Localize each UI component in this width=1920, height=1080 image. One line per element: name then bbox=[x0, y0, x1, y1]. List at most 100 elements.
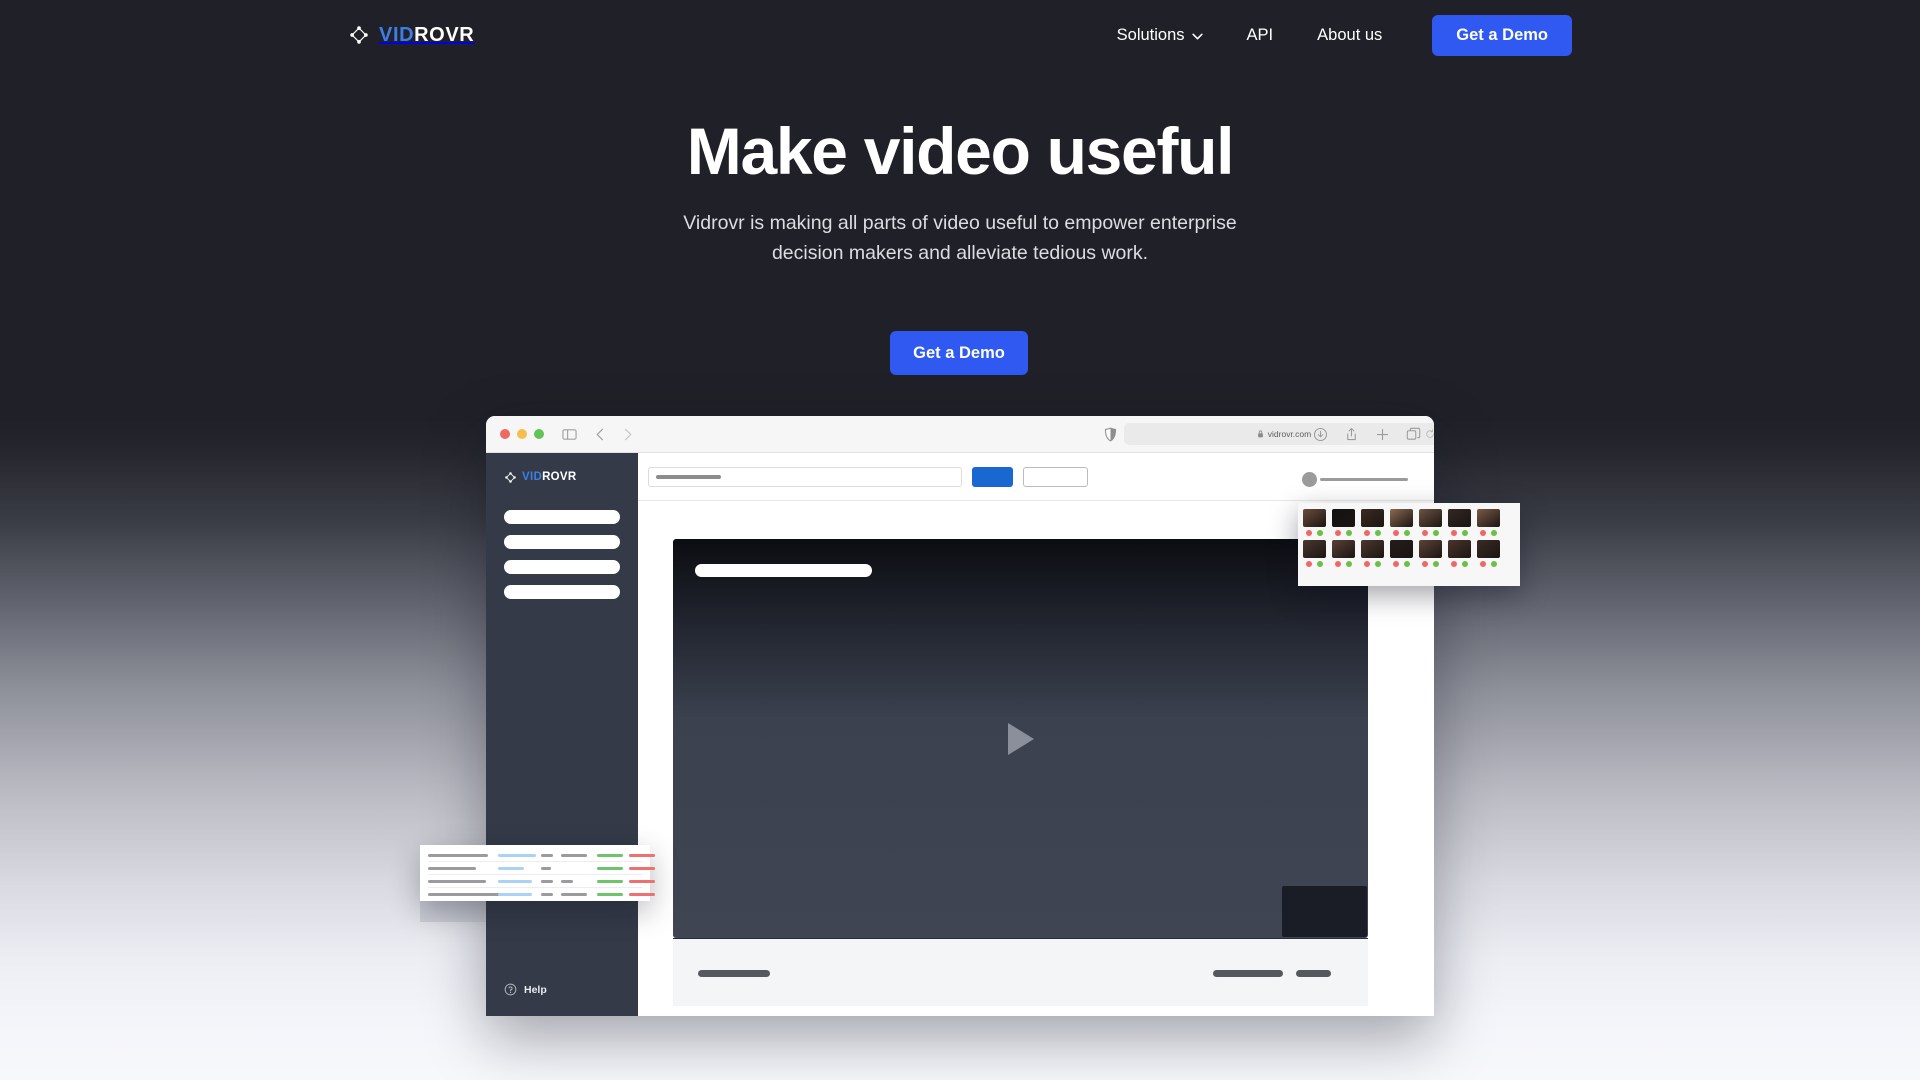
video-player[interactable] bbox=[673, 539, 1368, 938]
search-input[interactable] bbox=[648, 466, 962, 487]
table-row[interactable] bbox=[428, 875, 655, 888]
zoom-slider[interactable] bbox=[1302, 472, 1408, 487]
share-icon[interactable] bbox=[1344, 427, 1359, 442]
status-dot-green[interactable] bbox=[1491, 561, 1497, 567]
thumbnail-cell[interactable] bbox=[1448, 509, 1471, 536]
close-window-icon[interactable] bbox=[500, 429, 510, 439]
top-navigation-bar: VIDROVR Solutions API About us Get a Dem… bbox=[0, 0, 1920, 80]
question-circle-icon bbox=[504, 983, 517, 996]
thumbnail-cell[interactable] bbox=[1361, 540, 1384, 567]
thumbnail-cell[interactable] bbox=[1390, 540, 1413, 567]
thumbnail-cell[interactable] bbox=[1477, 540, 1500, 567]
nav-item-api[interactable]: API bbox=[1225, 16, 1296, 55]
thumbnail-cell[interactable] bbox=[1303, 540, 1326, 567]
sidebar-toggle-icon[interactable] bbox=[562, 427, 577, 442]
nav-item-solutions[interactable]: Solutions bbox=[1095, 16, 1225, 55]
thumbnail-cell[interactable] bbox=[1303, 509, 1326, 536]
play-triangle-icon[interactable] bbox=[1007, 722, 1034, 755]
thumbnail-status-dots bbox=[1361, 530, 1384, 536]
thumbnail-status-dots bbox=[1361, 561, 1384, 567]
status-dot-green[interactable] bbox=[1491, 530, 1497, 536]
footer-action-placeholder-1[interactable] bbox=[1213, 970, 1283, 977]
thumbnail-cell[interactable] bbox=[1419, 540, 1442, 567]
status-dot-green[interactable] bbox=[1317, 530, 1323, 536]
privacy-shield-icon[interactable] bbox=[1103, 427, 1118, 442]
nav-get-a-demo-button[interactable]: Get a Demo bbox=[1432, 15, 1572, 56]
page-root: VIDROVR Solutions API About us Get a Dem… bbox=[0, 0, 1920, 1080]
status-dot-red[interactable] bbox=[1451, 561, 1457, 567]
status-dot-red[interactable] bbox=[1335, 561, 1341, 567]
status-dot-red[interactable] bbox=[1480, 561, 1486, 567]
browser-mockup: vidrovr.com VIDROVR Help bbox=[486, 416, 1434, 1016]
app-sidebar-logo[interactable]: VIDROVR bbox=[504, 471, 638, 484]
toolbar-secondary-button[interactable] bbox=[1023, 466, 1088, 487]
chevron-right-icon[interactable] bbox=[620, 427, 635, 442]
thumbnail-cell[interactable] bbox=[1332, 540, 1355, 567]
nav-item-about-us[interactable]: About us bbox=[1295, 16, 1404, 55]
status-dot-red[interactable] bbox=[1422, 561, 1428, 567]
maximize-window-icon[interactable] bbox=[534, 429, 544, 439]
toolbar-primary-button[interactable] bbox=[972, 466, 1013, 487]
nav-links-group: Solutions API About us Get a Demo bbox=[1095, 15, 1572, 56]
table-cell-status-positive bbox=[597, 879, 623, 883]
status-dot-green[interactable] bbox=[1404, 530, 1410, 536]
status-dot-green[interactable] bbox=[1433, 561, 1439, 567]
minimize-window-icon[interactable] bbox=[517, 429, 527, 439]
site-logo[interactable]: VIDROVR bbox=[348, 24, 474, 46]
sidebar-item-placeholder-3[interactable] bbox=[504, 560, 620, 574]
table-row[interactable] bbox=[428, 862, 655, 875]
status-dot-red[interactable] bbox=[1364, 530, 1370, 536]
status-dot-green[interactable] bbox=[1346, 561, 1352, 567]
thumbnail-cell[interactable] bbox=[1477, 509, 1500, 536]
status-dot-green[interactable] bbox=[1462, 561, 1468, 567]
footer-action-placeholder-2[interactable] bbox=[1296, 970, 1331, 977]
nav-item-about-us-label: About us bbox=[1317, 26, 1383, 44]
status-dot-red[interactable] bbox=[1364, 561, 1370, 567]
status-dot-green[interactable] bbox=[1317, 561, 1323, 567]
table-cell-value-a bbox=[541, 879, 553, 883]
status-dot-green[interactable] bbox=[1375, 530, 1381, 536]
status-dot-red[interactable] bbox=[1306, 561, 1312, 567]
table-row[interactable] bbox=[428, 849, 655, 862]
thumbnail-image bbox=[1477, 509, 1500, 527]
chevron-left-icon[interactable] bbox=[593, 427, 608, 442]
thumbnail-status-dots bbox=[1303, 561, 1326, 567]
thumbnail-cell[interactable] bbox=[1419, 509, 1442, 536]
download-icon[interactable] bbox=[1313, 427, 1328, 442]
sidebar-item-help[interactable]: Help bbox=[504, 983, 547, 996]
sidebar-item-placeholder-2[interactable] bbox=[504, 535, 620, 549]
lock-icon bbox=[1257, 430, 1263, 438]
thumbnail-cell[interactable] bbox=[1448, 540, 1471, 567]
status-dot-green[interactable] bbox=[1346, 530, 1352, 536]
tab-overview-icon[interactable] bbox=[1406, 427, 1421, 442]
status-dot-green[interactable] bbox=[1433, 530, 1439, 536]
status-dot-red[interactable] bbox=[1393, 530, 1399, 536]
status-dot-red[interactable] bbox=[1393, 561, 1399, 567]
status-dot-red[interactable] bbox=[1422, 530, 1428, 536]
status-dot-green[interactable] bbox=[1462, 530, 1468, 536]
sidebar-item-placeholder-4[interactable] bbox=[504, 585, 620, 599]
thumbnail-cell[interactable] bbox=[1390, 509, 1413, 536]
hero-get-a-demo-button[interactable]: Get a Demo bbox=[890, 331, 1028, 375]
thumbnail-status-dots bbox=[1390, 561, 1413, 567]
slider-track[interactable] bbox=[1320, 478, 1408, 481]
status-dot-red[interactable] bbox=[1306, 530, 1312, 536]
thumbnail-image bbox=[1448, 540, 1471, 558]
status-dot-red[interactable] bbox=[1335, 530, 1341, 536]
thumbnail-status-dots bbox=[1448, 561, 1471, 567]
status-dot-red[interactable] bbox=[1480, 530, 1486, 536]
thumbnail-cell[interactable] bbox=[1361, 509, 1384, 536]
reload-icon[interactable] bbox=[1425, 429, 1434, 439]
table-cell-link bbox=[498, 853, 536, 857]
footer-label-placeholder bbox=[698, 970, 770, 977]
status-dot-green[interactable] bbox=[1404, 561, 1410, 567]
table-row[interactable] bbox=[428, 888, 655, 901]
plus-icon[interactable] bbox=[1375, 427, 1390, 442]
window-traffic-lights bbox=[500, 429, 544, 439]
thumbnail-cell[interactable] bbox=[1332, 509, 1355, 536]
nav-item-solutions-label: Solutions bbox=[1116, 26, 1185, 44]
slider-handle-icon[interactable] bbox=[1302, 472, 1317, 487]
sidebar-item-placeholder-1[interactable] bbox=[504, 510, 620, 524]
status-dot-green[interactable] bbox=[1375, 561, 1381, 567]
status-dot-red[interactable] bbox=[1451, 530, 1457, 536]
